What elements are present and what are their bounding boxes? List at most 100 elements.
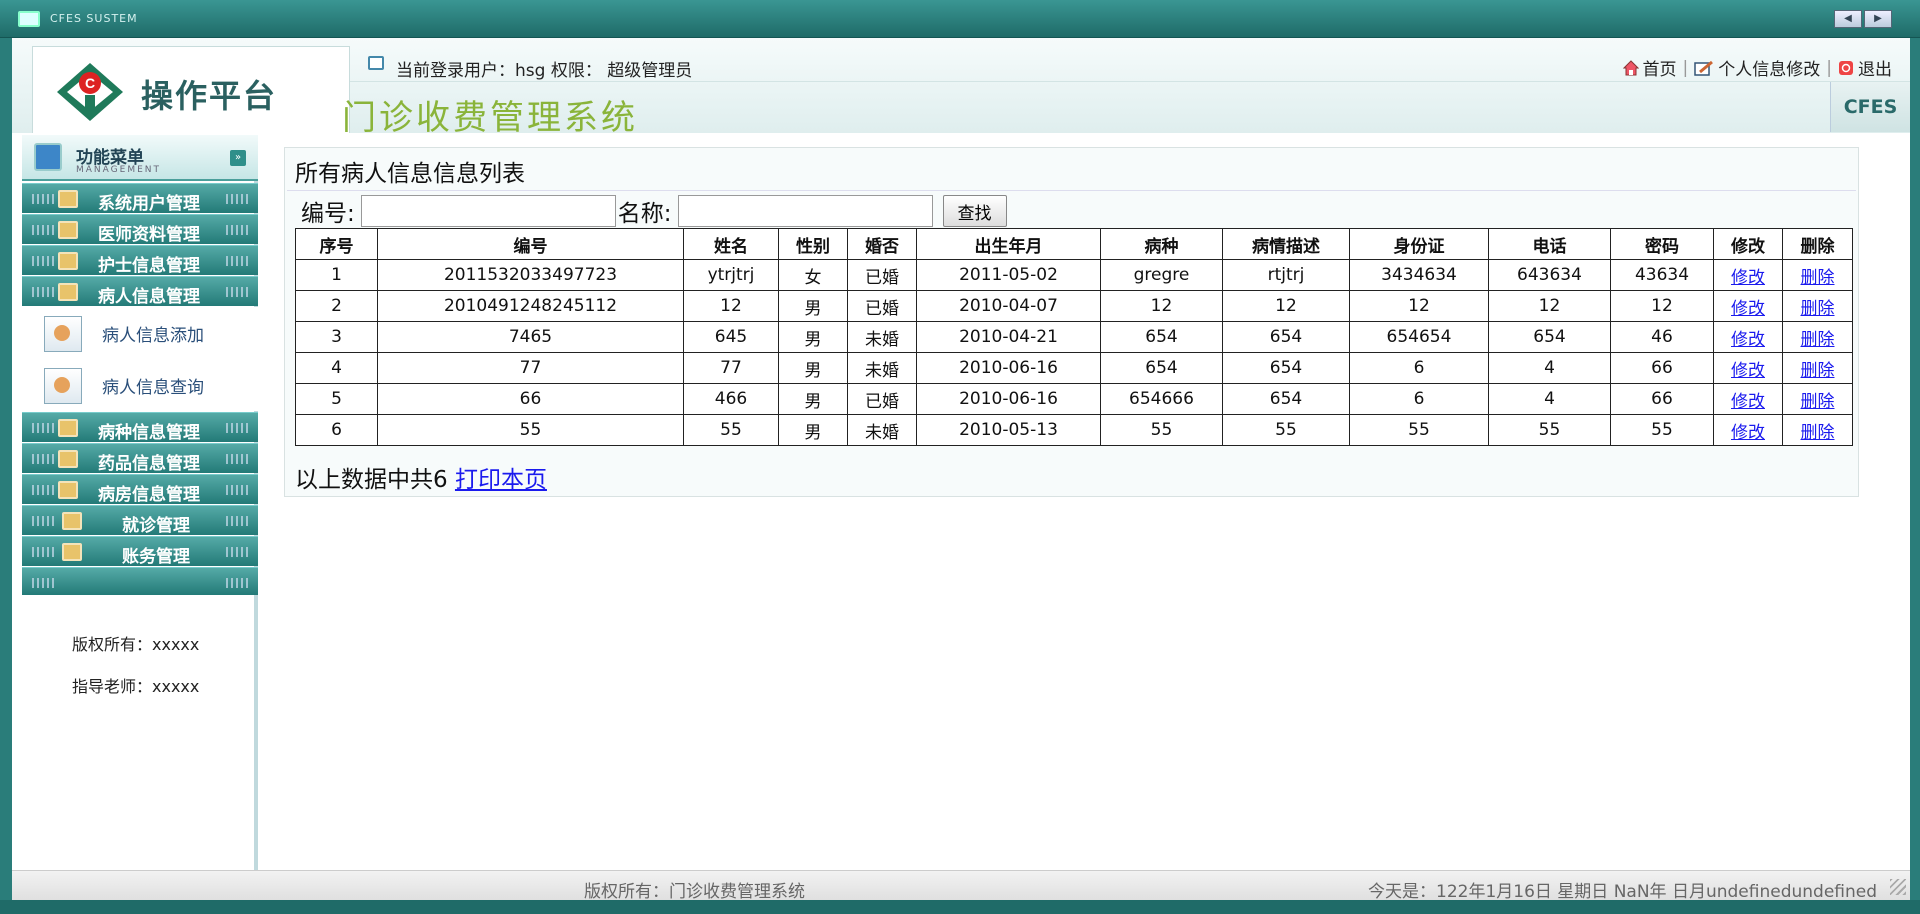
table-cell: 7465 bbox=[377, 321, 684, 353]
edit-link[interactable]: 修改 bbox=[1731, 299, 1765, 319]
profile-edit-link[interactable]: 个人信息修改 bbox=[1694, 55, 1820, 80]
folder-edit-icon bbox=[58, 283, 78, 301]
table-cell: 男 bbox=[778, 352, 848, 384]
sidebar-item-doctor[interactable]: 医师资料管理 bbox=[22, 214, 258, 245]
sidebar-item-visit[interactable]: 就诊管理 bbox=[22, 505, 258, 536]
edit-link[interactable]: 修改 bbox=[1731, 330, 1765, 350]
table-cell: 2010-05-13 bbox=[916, 414, 1101, 446]
table-cell: 643634 bbox=[1488, 259, 1611, 291]
sidebar-item-label: 医师资料管理 bbox=[98, 225, 200, 245]
table-cell: 男 bbox=[778, 290, 848, 322]
edit-link[interactable]: 修改 bbox=[1731, 268, 1765, 288]
folder-edit-icon bbox=[62, 512, 82, 530]
prev-arrow-button[interactable]: ◀ bbox=[1834, 10, 1862, 28]
search-button[interactable]: 查找 bbox=[942, 195, 1007, 227]
edit-link[interactable]: 修改 bbox=[1731, 361, 1765, 381]
user-info-bar: 当前登录用户：hsg 权限： 超级管理员 首页 | 个人信息修改 | 退出 bbox=[350, 46, 1910, 82]
main-frame: 功能菜单 MANAGEMENT » 系统用户管理 医师资料管理 护士信息管理 病… bbox=[12, 133, 1910, 870]
col-header: 删除 bbox=[1782, 228, 1853, 260]
grip-icon bbox=[32, 547, 54, 557]
table-cell: 4 bbox=[1488, 383, 1611, 415]
col-header: 婚否 bbox=[847, 228, 917, 260]
sidebar-copyright: 版权所有：xxxxx bbox=[72, 635, 200, 654]
delete-cell: 删除 bbox=[1782, 383, 1853, 415]
table-cell: 2010-04-21 bbox=[916, 321, 1101, 353]
table-cell: 654 bbox=[1222, 383, 1350, 415]
edit-icon bbox=[1694, 60, 1714, 76]
grip-icon bbox=[32, 256, 54, 266]
table-cell: 2010-04-07 bbox=[916, 290, 1101, 322]
name-search-input[interactable] bbox=[677, 195, 933, 227]
grip-icon bbox=[226, 287, 248, 297]
table-cell: 已婚 bbox=[847, 290, 917, 322]
home-link[interactable]: 首页 bbox=[1622, 55, 1677, 80]
grip-icon bbox=[226, 547, 248, 557]
table-cell: 55 bbox=[1222, 414, 1350, 446]
table-cell: 5 bbox=[295, 383, 378, 415]
table-cell: 654 bbox=[1222, 352, 1350, 384]
grip-icon bbox=[32, 225, 54, 235]
divider bbox=[287, 190, 1856, 191]
home-link-label: 首页 bbox=[1642, 60, 1677, 80]
table-cell: 46 bbox=[1610, 321, 1714, 353]
sidebar-subitem-patient-add[interactable]: 病人信息添加 bbox=[22, 307, 258, 359]
delete-link[interactable]: 删除 bbox=[1801, 330, 1835, 350]
table-cell: 4 bbox=[1488, 352, 1611, 384]
table-cell: 2 bbox=[295, 290, 378, 322]
sidebar-item-accounts[interactable]: 账务管理 bbox=[22, 536, 258, 567]
delete-link[interactable]: 删除 bbox=[1801, 423, 1835, 443]
table-cell: 654 bbox=[1100, 352, 1223, 384]
sidebar-item-ward[interactable]: 病房信息管理 bbox=[22, 474, 258, 505]
sidebar-item-disease[interactable]: 病种信息管理 bbox=[22, 412, 258, 443]
table-cell: 2011532033497723 bbox=[377, 259, 684, 291]
table-cell: 645 bbox=[683, 321, 779, 353]
logo-text: 操作平台 bbox=[141, 77, 278, 115]
table-cell: 6 bbox=[1349, 352, 1489, 384]
col-header: 修改 bbox=[1713, 228, 1783, 260]
logout-label: 退出 bbox=[1858, 60, 1892, 80]
table-cell: 4 bbox=[295, 352, 378, 384]
edit-cell: 修改 bbox=[1713, 352, 1783, 384]
sidebar-item-system-user[interactable]: 系统用户管理 bbox=[22, 183, 258, 214]
content-area: 所有病人信息信息列表 编号: 名称: 查找 序号 编号 姓名 性别 婚否 出生年… bbox=[284, 147, 1884, 497]
home-icon bbox=[1622, 59, 1639, 75]
edit-link[interactable]: 修改 bbox=[1731, 392, 1765, 412]
delete-link[interactable]: 删除 bbox=[1801, 361, 1835, 381]
next-arrow-button[interactable]: ▶ bbox=[1864, 10, 1892, 28]
print-page-link[interactable]: 打印本页 bbox=[455, 467, 547, 493]
delete-link[interactable]: 删除 bbox=[1801, 268, 1835, 288]
table-cell: 55 bbox=[1488, 414, 1611, 446]
grip-icon bbox=[226, 225, 248, 235]
sidebar-item-patient[interactable]: 病人信息管理 bbox=[22, 276, 258, 307]
table-header-row: 序号 编号 姓名 性别 婚否 出生年月 病种 病情描述 身份证 电话 密码 修改… bbox=[295, 228, 1853, 260]
table-row: 4 77 77 男未婚 2010-06-16 654 654 6 4 66 修改 删除 bbox=[295, 352, 1853, 384]
sidebar-subitem-patient-query[interactable]: 病人信息查询 bbox=[22, 359, 258, 411]
window-title-bar: CFES SUSTEM ◀ ▶ bbox=[0, 0, 1920, 38]
sidebar-item-nurse[interactable]: 护士信息管理 bbox=[22, 245, 258, 276]
table-cell: 12 bbox=[1222, 290, 1350, 322]
grip-icon bbox=[32, 454, 54, 464]
table-cell: 6 bbox=[1349, 383, 1489, 415]
id-search-input[interactable] bbox=[360, 195, 616, 227]
logout-link[interactable]: 退出 bbox=[1838, 55, 1892, 80]
collapse-toggle-icon[interactable]: » bbox=[230, 150, 246, 166]
resize-grip-icon[interactable] bbox=[1890, 879, 1906, 895]
user-window-icon bbox=[368, 56, 384, 70]
table-cell: 12 bbox=[1100, 290, 1223, 322]
edit-cell: 修改 bbox=[1713, 321, 1783, 353]
cfes-badge: CFES bbox=[1830, 82, 1910, 132]
delete-link[interactable]: 删除 bbox=[1801, 299, 1835, 319]
table-cell: 66 bbox=[1610, 383, 1714, 415]
sidebar-item-medicine[interactable]: 药品信息管理 bbox=[22, 443, 258, 474]
edit-link[interactable]: 修改 bbox=[1731, 423, 1765, 443]
col-header: 电话 bbox=[1488, 228, 1611, 260]
grip-icon bbox=[226, 578, 248, 588]
table-cell: 2010-06-16 bbox=[916, 383, 1101, 415]
table-cell: 未婚 bbox=[847, 352, 917, 384]
svg-text:C: C bbox=[85, 75, 95, 91]
table-cell: 1 bbox=[295, 259, 378, 291]
table-cell: 77 bbox=[377, 352, 684, 384]
table-cell: 43634 bbox=[1610, 259, 1714, 291]
col-header: 序号 bbox=[295, 228, 378, 260]
delete-link[interactable]: 删除 bbox=[1801, 392, 1835, 412]
